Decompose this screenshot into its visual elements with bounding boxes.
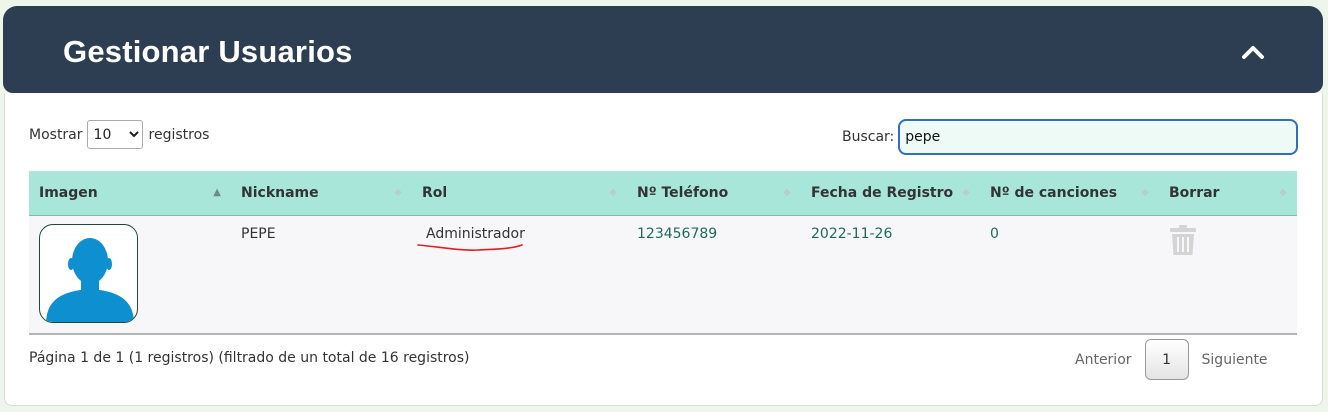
table-header-row: Imagen ▲ Nickname ◆ Rol ◆ Nº Teléfono ◆ Fech… [29,171,1297,216]
sort-icon: ◆ [394,186,402,198]
next-page-button[interactable]: Siguiente [1189,352,1281,368]
search-control: Buscar: [842,119,1299,155]
role-cell: Administrador [412,215,627,335]
pagination: Anterior 1 Siguiente [1062,339,1281,380]
sort-asc-icon: ▲ [213,186,221,198]
user-avatar-icon [46,237,134,322]
previous-page-button[interactable]: Anterior [1062,352,1145,368]
role-text: Administrador [426,225,525,242]
table-info: Página 1 de 1 (1 registros) (filtrado de… [29,350,470,366]
avatar [39,223,138,323]
chevron-up-icon [1242,46,1264,59]
page-button-1[interactable]: 1 [1144,339,1189,380]
delete-cell [1159,215,1297,335]
panel-header: Gestionar Usuarios [3,6,1323,93]
table-row: PEPE Administrador 123456789 2022-11-26 … [29,215,1297,335]
entries-length-control: Mostrar 10 registros [29,120,209,149]
length-suffix-label: registros [148,126,210,143]
length-prefix-label: Mostrar [29,126,83,143]
column-header-fecha[interactable]: Fecha de Registro ◆ [801,171,980,216]
search-input[interactable] [898,119,1299,155]
entries-per-page-select[interactable]: 10 [86,120,143,149]
sort-icon: ◆ [1141,186,1149,198]
column-header-rol[interactable]: Rol ◆ [412,171,627,216]
sort-icon: ◆ [962,186,970,198]
sort-icon: ◆ [783,186,791,198]
column-header-borrar[interactable]: Borrar ◆ [1159,171,1297,216]
search-label: Buscar: [842,129,895,145]
users-table: Imagen ▲ Nickname ◆ Rol ◆ Nº Teléfono ◆ Fech… [29,171,1297,335]
role-value: Administrador [417,225,525,251]
nickname-cell: PEPE [231,215,412,335]
column-header-nickname[interactable]: Nickname ◆ [231,171,412,216]
collapse-button[interactable] [1235,38,1271,66]
sort-icon: ◆ [1279,186,1287,198]
image-cell [29,215,231,335]
phone-cell: 123456789 [627,215,801,335]
registered-date-cell: 2022-11-26 [801,215,980,335]
trash-icon[interactable] [1169,224,1197,256]
songs-count-cell: 0 [980,215,1159,335]
column-header-canciones[interactable]: Nº de canciones ◆ [980,171,1159,216]
column-header-telefono[interactable]: Nº Teléfono ◆ [627,171,801,216]
column-header-imagen[interactable]: Imagen ▲ [29,171,231,216]
sort-icon: ◆ [609,186,617,198]
red-underline-annotation [417,243,523,251]
page-title: Gestionar Usuarios [63,34,353,69]
